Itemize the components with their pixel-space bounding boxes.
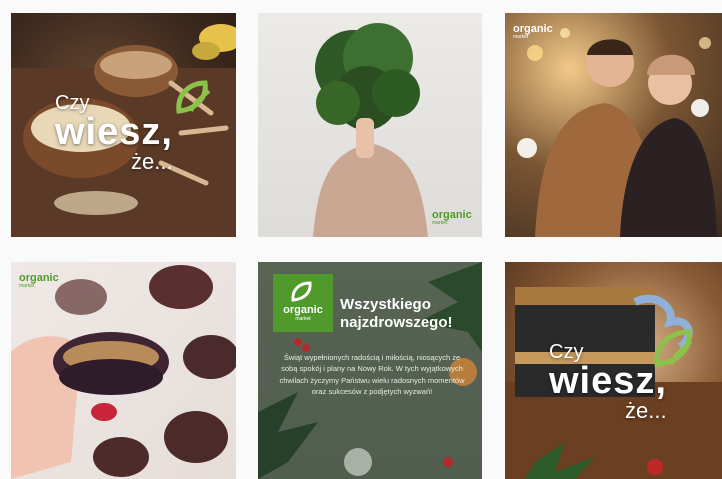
organic-logo-box: organic market [273,274,333,332]
organic-leaf-mark-icon [176,80,211,114]
post-tile-1[interactable]: Czy wiesz, że... [11,13,236,237]
post-tile-6[interactable]: Czy wiesz, że... [505,262,722,479]
caption-line-czy: Czy [549,341,584,363]
post-tile-5[interactable]: organic market Wszystkiego najzdrowszego… [258,262,482,479]
caption-line-czy: Czy [55,92,90,114]
caption-line-wiesz: wiesz, [549,360,667,402]
greeting-heading: Wszystkiego najzdrowszego! [340,296,453,332]
czy-wiesz-caption: Czy wiesz, że... [55,93,173,173]
tile-4-art [11,265,236,479]
post-tile-4[interactable]: organic market [11,262,236,479]
caption-line-wiesz: wiesz, [55,111,173,153]
czy-wiesz-caption: Czy wiesz, że... [549,342,667,422]
organic-logo: organic market [19,272,59,289]
logo-wordmark: organic [283,304,323,316]
organic-logo: organic market [513,23,553,40]
caption-line-ze: że... [131,149,173,174]
greeting-body-text: Świąt wypełnionych radością i miłością, … [279,353,465,396]
logo-subtitle: market [295,316,311,322]
greeting-heading-line-2: najzdrowszego! [340,314,453,331]
tile-2-art [313,23,428,237]
organic-logo: organic market [432,209,472,226]
greeting-heading-line-1: Wszystkiego [340,296,431,313]
caption-line-ze: że... [625,398,667,423]
post-tile-2[interactable]: organic market [258,13,482,237]
post-tile-3[interactable]: organic market [505,13,722,237]
tile-3-art [517,28,717,237]
organic-leaf-mark-icon [291,281,312,302]
